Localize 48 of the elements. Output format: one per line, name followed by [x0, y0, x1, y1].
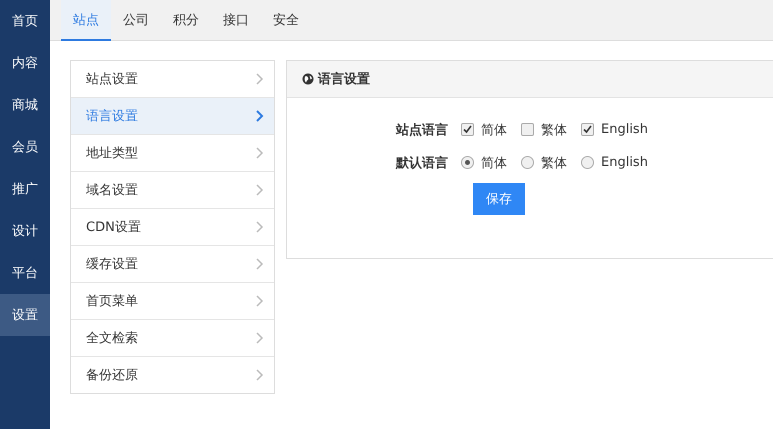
menu-item[interactable]: 备份还原 [71, 356, 274, 393]
nav-item[interactable]: 设计 [0, 210, 50, 252]
nav-item[interactable]: 商城 [0, 84, 50, 126]
chevron-right-icon [256, 221, 264, 233]
radio-button[interactable] [581, 156, 594, 169]
menu-item[interactable]: 域名设置 [71, 171, 274, 208]
nav-item[interactable]: 设置 [0, 294, 50, 336]
chevron-right-icon [256, 147, 264, 159]
option-label: 简体 [481, 122, 507, 138]
menu-item[interactable]: 语言设置 [71, 97, 274, 134]
checkbox[interactable] [581, 123, 594, 136]
tab[interactable]: 积分 [161, 0, 211, 41]
checkbox[interactable] [521, 123, 534, 136]
panel-title: 语言设置 [318, 70, 370, 88]
menu-item[interactable]: CDN设置 [71, 208, 274, 245]
field-label: 默认语言 [394, 154, 449, 172]
nav-item[interactable]: 内容 [0, 42, 50, 84]
option-label: English [601, 155, 648, 170]
tab[interactable]: 安全 [261, 0, 311, 41]
chevron-right-icon [256, 295, 264, 307]
tab[interactable]: 站点 [61, 0, 111, 41]
radio-button[interactable] [521, 156, 534, 169]
option-label: 繁体 [541, 122, 567, 138]
globe-icon [302, 73, 314, 85]
option-label: 简体 [481, 154, 507, 172]
chevron-right-icon [256, 369, 264, 381]
save-button[interactable]: 保存 [473, 183, 525, 215]
field-label: 站点语言 [394, 122, 449, 138]
chevron-right-icon [256, 332, 264, 344]
menu-item[interactable]: 地址类型 [71, 134, 274, 171]
nav-item[interactable]: 首页 [0, 0, 50, 42]
nav-item[interactable]: 推广 [0, 168, 50, 210]
tab[interactable]: 公司 [111, 0, 161, 41]
nav-item[interactable]: 会员 [0, 126, 50, 168]
chevron-right-icon [256, 73, 264, 85]
chevron-right-icon [256, 110, 264, 122]
menu-item[interactable]: 缓存设置 [71, 245, 274, 282]
option-label: English [601, 122, 648, 137]
checkbox[interactable] [461, 123, 474, 136]
chevron-right-icon [256, 258, 264, 270]
nav-item[interactable]: 平台 [0, 252, 50, 294]
chevron-right-icon [256, 184, 264, 196]
tab[interactable]: 接口 [211, 0, 261, 41]
radio-button[interactable] [461, 156, 474, 169]
menu-item[interactable]: 全文检索 [71, 319, 274, 356]
option-label: 繁体 [541, 154, 567, 172]
menu-item[interactable]: 首页菜单 [71, 282, 274, 319]
menu-item[interactable]: 站点设置 [71, 61, 274, 97]
